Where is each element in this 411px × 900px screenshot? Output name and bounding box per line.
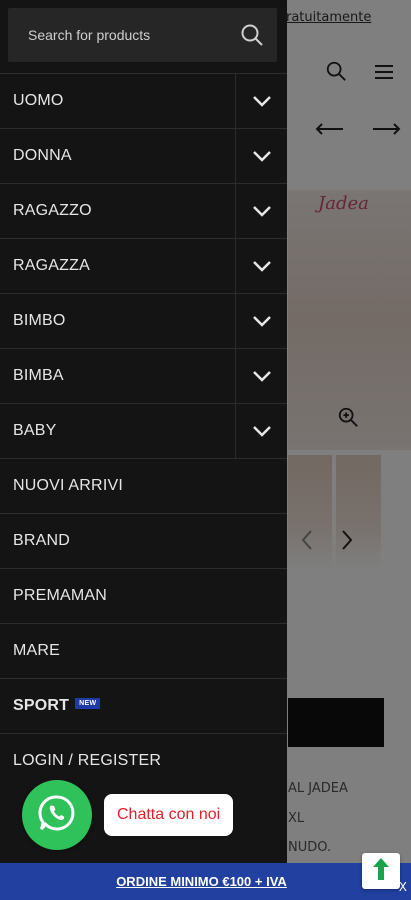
menu-item-ragazzo[interactable]: RAGAZZO [0,183,287,238]
menu-item-label: PREMAMAN [13,587,108,604]
banner-link[interactable]: ORDINE MINIMO €100 + IVA [116,874,287,889]
menu-item-bimbo[interactable]: BIMBO [0,293,287,348]
chevron-down-icon[interactable] [235,294,287,348]
chevron-down-icon[interactable] [235,74,287,128]
chevron-down-icon[interactable] [235,239,287,293]
category-menu: UOMO DONNA RAGAZZO RAGAZZA BIMBO BIMBA B… [0,73,287,788]
new-badge: NEW [75,698,101,710]
chevron-down-icon[interactable] [235,129,287,183]
chevron-down-icon[interactable] [235,349,287,403]
menu-item-label: MARE [13,642,61,659]
menu-item-premaman[interactable]: PREMAMAN [0,568,287,623]
menu-item-brand[interactable]: BRAND [0,513,287,568]
scroll-to-top-button[interactable] [362,853,400,889]
menu-item-login-register[interactable]: LOGIN / REGISTER [0,733,287,788]
menu-item-ragazza[interactable]: RAGAZZA [0,238,287,293]
menu-item-label: NUOVI ARRIVI [13,477,123,494]
arrow-up-icon [372,857,390,885]
menu-item-label: SPORT [13,697,70,714]
banner-close-button[interactable]: X [399,880,407,894]
menu-item-baby[interactable]: BABY [0,403,287,458]
menu-item-label: LOGIN / REGISTER [13,752,162,769]
chevron-down-icon[interactable] [235,404,287,458]
menu-item-bimba[interactable]: BIMBA [0,348,287,403]
whatsapp-icon [37,793,77,837]
search-icon[interactable] [227,8,277,62]
navigation-drawer: UOMO DONNA RAGAZZO RAGAZZA BIMBO BIMBA B… [0,0,287,863]
menu-item-uomo[interactable]: UOMO [0,73,287,128]
search-input[interactable] [8,8,227,62]
chevron-down-icon[interactable] [235,184,287,238]
menu-item-mare[interactable]: MARE [0,623,287,678]
menu-item-label-wrap: SPORT NEW [0,697,287,715]
menu-item-sport[interactable]: SPORT NEW [0,678,287,733]
whatsapp-button[interactable] [22,780,92,850]
search-box [8,8,277,62]
chat-bubble[interactable]: Chatta con noi [104,794,234,836]
menu-item-donna[interactable]: DONNA [0,128,287,183]
menu-item-nuovi-arrivi[interactable]: NUOVI ARRIVI [0,458,287,513]
menu-item-label: BRAND [13,532,71,549]
promo-banner: ORDINE MINIMO €100 + IVA X [0,863,411,900]
